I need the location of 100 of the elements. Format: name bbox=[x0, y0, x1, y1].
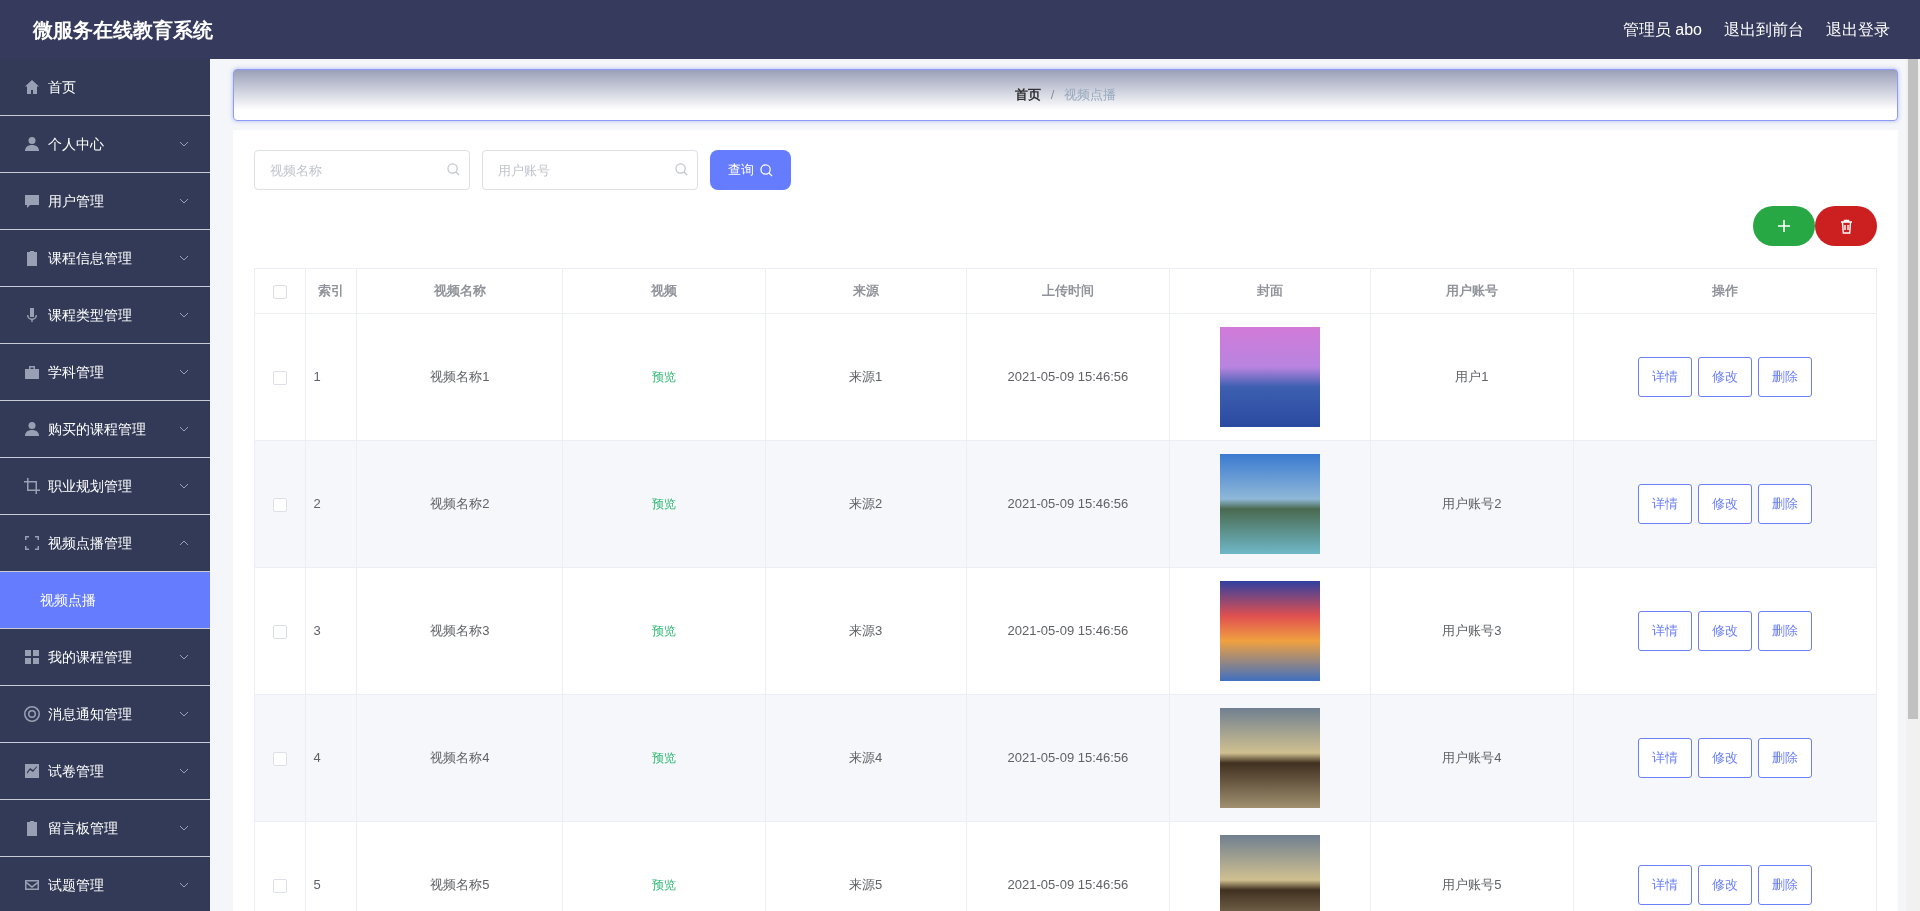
query-button[interactable]: 查询 bbox=[710, 150, 791, 190]
row-index: 3 bbox=[313, 623, 321, 639]
video-name: 视频名称2 bbox=[430, 496, 490, 512]
row-checkbox[interactable] bbox=[272, 878, 287, 893]
upload-time: 2021-05-09 15:46:56 bbox=[1007, 369, 1129, 385]
row-checkbox[interactable] bbox=[272, 751, 287, 766]
sidebar-item[interactable]: 我的课程管理 bbox=[0, 629, 210, 686]
sidebar-item[interactable]: 试卷管理 bbox=[0, 743, 210, 800]
search-icon bbox=[675, 163, 688, 176]
video-name: 视频名称4 bbox=[430, 750, 490, 766]
action-button[interactable]: 修改 bbox=[1697, 611, 1752, 651]
action-button[interactable]: 详情 bbox=[1637, 611, 1692, 651]
user-account: 用户账号4 bbox=[1442, 750, 1502, 766]
microphone-icon bbox=[24, 307, 40, 323]
column-header: 操作 bbox=[1573, 268, 1877, 314]
sidebar-item[interactable]: 试题管理 bbox=[0, 857, 210, 911]
user-account: 用户1 bbox=[1455, 369, 1489, 385]
column-header: 上传时间 bbox=[966, 268, 1170, 314]
action-button[interactable]: 删除 bbox=[1757, 865, 1812, 905]
add-button[interactable] bbox=[1753, 206, 1815, 246]
action-button[interactable]: 删除 bbox=[1757, 357, 1812, 397]
action-button[interactable]: 详情 bbox=[1637, 484, 1692, 524]
sidebar-item[interactable]: 学科管理 bbox=[0, 344, 210, 401]
row-checkbox[interactable] bbox=[272, 497, 287, 512]
person-icon bbox=[24, 136, 40, 152]
breadcrumb-link[interactable]: 首页 bbox=[1014, 85, 1041, 105]
action-button[interactable]: 修改 bbox=[1697, 865, 1752, 905]
video-name: 视频名称5 bbox=[430, 877, 490, 893]
row-index: 4 bbox=[313, 750, 321, 766]
row-checkbox[interactable] bbox=[272, 624, 287, 639]
scrollbar[interactable] bbox=[1906, 59, 1920, 911]
trash-icon bbox=[1839, 218, 1853, 234]
header-link[interactable]: 管理员 abo bbox=[1622, 17, 1702, 42]
sidebar-item[interactable]: 用户管理 bbox=[0, 173, 210, 230]
source-text: 来源5 bbox=[849, 877, 883, 893]
clipboard-icon bbox=[24, 820, 40, 836]
column-header: 封面 bbox=[1169, 268, 1371, 314]
upload-time: 2021-05-09 15:46:56 bbox=[1007, 496, 1129, 512]
chat-icon bbox=[24, 193, 40, 209]
search-icon bbox=[447, 163, 460, 176]
person-icon bbox=[24, 421, 40, 437]
source-text: 来源3 bbox=[849, 623, 883, 639]
search-field[interactable]: 视频名称 bbox=[254, 150, 470, 190]
chart-icon bbox=[24, 763, 40, 779]
delete-button[interactable] bbox=[1815, 206, 1877, 246]
search-field[interactable]: 用户账号 bbox=[482, 150, 698, 190]
column-header: 用户账号 bbox=[1370, 268, 1574, 314]
source-text: 来源4 bbox=[849, 750, 883, 766]
briefcase-icon bbox=[24, 364, 40, 380]
breadcrumb-separator: / bbox=[1050, 86, 1055, 105]
column-header: 来源 bbox=[765, 268, 967, 314]
crop-icon bbox=[24, 478, 40, 494]
source-text: 来源1 bbox=[849, 369, 883, 385]
sidebar-item[interactable]: 购买的课程管理 bbox=[0, 401, 210, 458]
action-button[interactable]: 删除 bbox=[1757, 611, 1812, 651]
header-link[interactable]: 退出到前台 bbox=[1724, 17, 1804, 42]
row-index: 1 bbox=[313, 369, 321, 385]
action-button[interactable]: 详情 bbox=[1637, 865, 1692, 905]
plus-icon bbox=[1777, 219, 1791, 233]
preview-link[interactable]: 预览 bbox=[652, 751, 676, 766]
preview-link[interactable]: 预览 bbox=[652, 497, 676, 512]
action-button[interactable]: 删除 bbox=[1757, 738, 1812, 778]
preview-link[interactable]: 预览 bbox=[652, 370, 676, 385]
sidebar-item[interactable]: 首页 bbox=[0, 59, 210, 116]
action-button[interactable]: 修改 bbox=[1697, 357, 1752, 397]
preview-link[interactable]: 预览 bbox=[652, 878, 676, 893]
clipboard-icon bbox=[24, 250, 40, 266]
header-link[interactable]: 退出登录 bbox=[1826, 17, 1890, 42]
sidebar-item[interactable]: 留言板管理 bbox=[0, 800, 210, 857]
breadcrumb-current: 视频点播 bbox=[1064, 86, 1117, 105]
action-button[interactable]: 删除 bbox=[1757, 484, 1812, 524]
sidebar-item[interactable]: 个人中心 bbox=[0, 116, 210, 173]
envelope-icon bbox=[24, 877, 40, 893]
video-name: 视频名称3 bbox=[430, 623, 490, 639]
corners-icon bbox=[24, 535, 40, 551]
sidebar-item[interactable]: 消息通知管理 bbox=[0, 686, 210, 743]
row-checkbox[interactable] bbox=[272, 370, 287, 385]
sidebar-item[interactable]: 课程类型管理 bbox=[0, 287, 210, 344]
search-icon bbox=[760, 163, 773, 177]
upload-time: 2021-05-09 15:46:56 bbox=[1007, 750, 1129, 766]
row-index: 5 bbox=[313, 877, 321, 893]
lifebuoy-icon bbox=[24, 706, 40, 722]
action-button[interactable]: 详情 bbox=[1637, 738, 1692, 778]
home-icon bbox=[24, 79, 40, 95]
select-all-checkbox[interactable] bbox=[272, 284, 287, 299]
video-name: 视频名称1 bbox=[430, 369, 490, 385]
sidebar-item[interactable]: 课程信息管理 bbox=[0, 230, 210, 287]
sidebar-subitem[interactable]: 视频点播 bbox=[0, 572, 210, 629]
action-button[interactable]: 修改 bbox=[1697, 738, 1752, 778]
preview-link[interactable]: 预览 bbox=[652, 624, 676, 639]
user-account: 用户账号5 bbox=[1442, 877, 1502, 893]
upload-time: 2021-05-09 15:46:56 bbox=[1007, 877, 1129, 893]
column-header: 索引 bbox=[305, 268, 357, 314]
action-button[interactable]: 修改 bbox=[1697, 484, 1752, 524]
action-button[interactable]: 详情 bbox=[1637, 357, 1692, 397]
source-text: 来源2 bbox=[849, 496, 883, 512]
app-title: 微服务在线教育系统 bbox=[33, 17, 213, 43]
user-account: 用户账号2 bbox=[1442, 496, 1502, 512]
column-header: 视频名称 bbox=[356, 268, 563, 314]
sidebar-item[interactable]: 职业规划管理 bbox=[0, 458, 210, 515]
